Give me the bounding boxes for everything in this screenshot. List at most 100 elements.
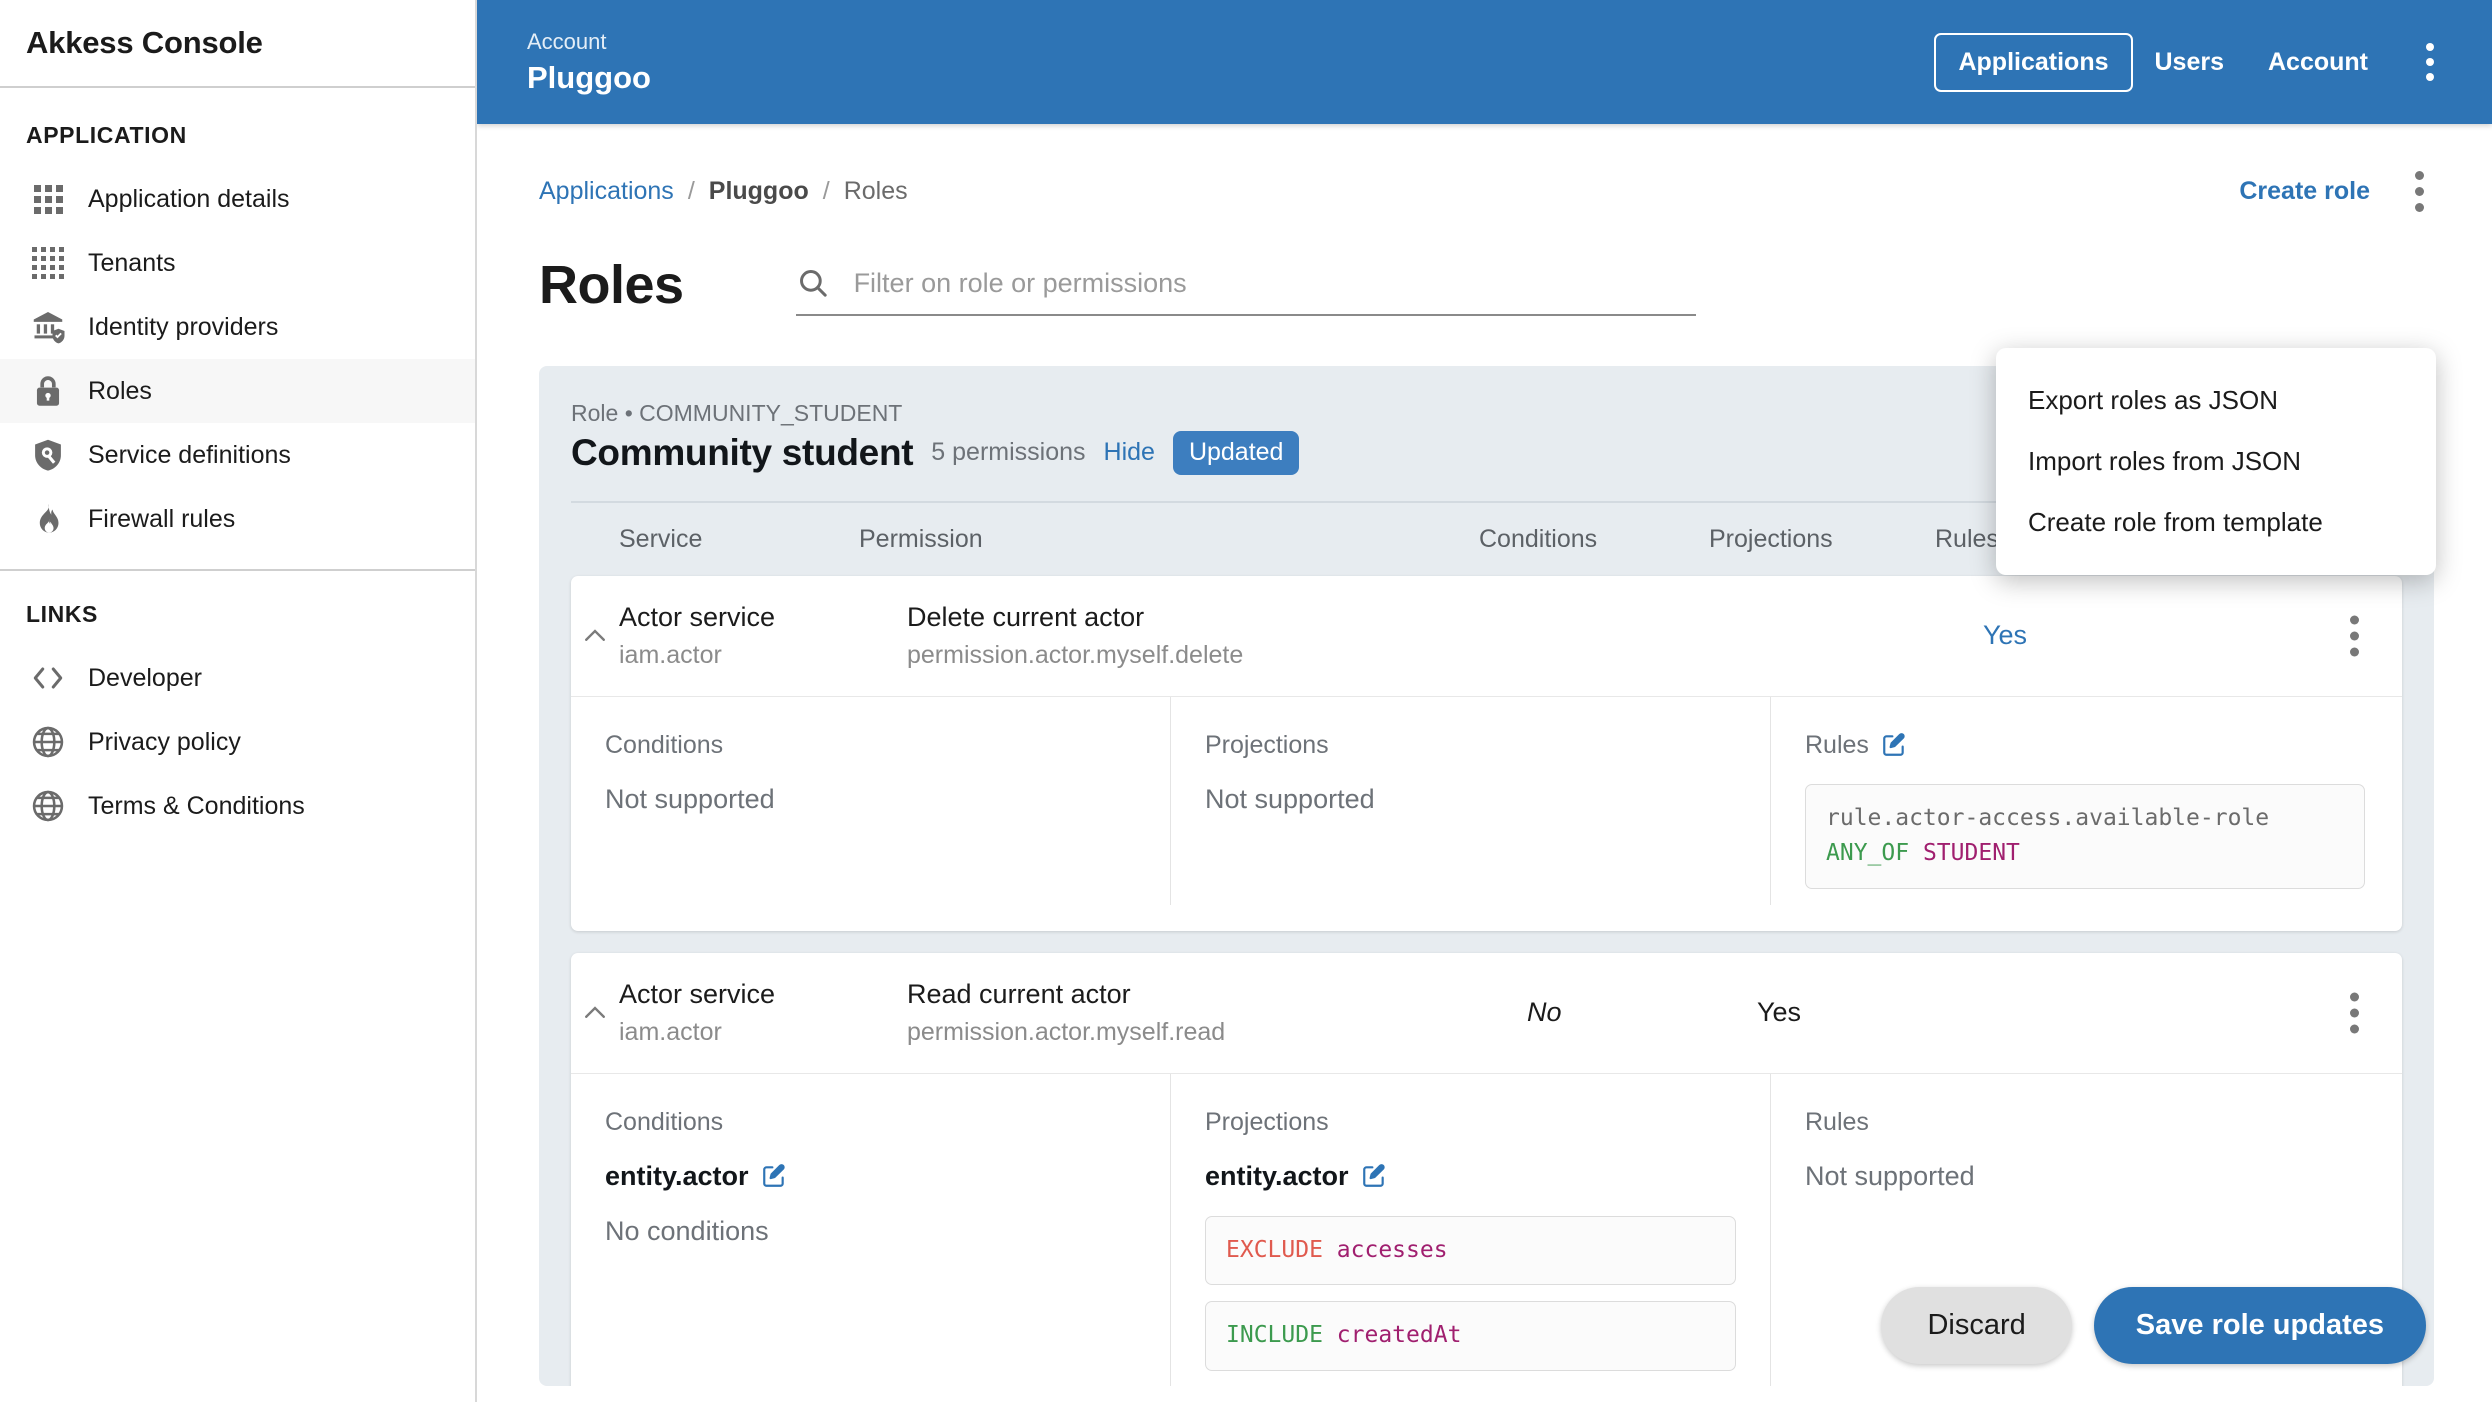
section-title-links: LINKS [26, 601, 98, 627]
detail-rules-label: Rules [1805, 730, 1869, 759]
role-permission-count: 5 permissions [931, 438, 1086, 467]
code-brackets-icon [26, 656, 70, 700]
cell-service: Actor service iam.actor [619, 602, 907, 670]
detail-projections-label: Projections [1205, 1107, 1329, 1136]
permission-name: Read current actor [907, 978, 1131, 1009]
detail-projections: Projections Not supported [1171, 696, 1771, 905]
bank-shield-icon [26, 305, 70, 349]
search-input[interactable] [853, 267, 1696, 299]
role-hide-toggle[interactable]: Hide [1104, 438, 1155, 467]
sidebar-item-identity-providers[interactable]: Identity providers [0, 295, 475, 359]
top-header: Account Pluggoo Applications Users Accou… [477, 0, 2492, 124]
sidebar: Akkess Console APPLICATION Application d… [0, 0, 477, 1402]
tab-account[interactable]: Account [2246, 36, 2390, 89]
column-header-service: Service [619, 524, 703, 553]
sidebar-section-links: LINKS Developer Privacy policy Terms & C… [0, 569, 475, 838]
chevron-up-icon[interactable] [571, 998, 619, 1028]
tab-applications[interactable]: Applications [1934, 32, 2133, 92]
sidebar-item-label: Tenants [88, 248, 176, 277]
sidebar-item-terms-conditions[interactable]: Terms & Conditions [0, 774, 475, 838]
status-badge: Updated [1172, 431, 1300, 475]
detail-rules-label-wrap: Rules [1805, 731, 2368, 760]
cell-service: Actor service iam.actor [619, 979, 907, 1047]
menu-item-import-roles-json[interactable]: Import roles from JSON [1996, 431, 2436, 492]
detail-projections-entity-row: entity.actor [1205, 1161, 1736, 1192]
edit-conditions-icon[interactable] [761, 1163, 787, 1189]
permission-id: permission.actor.myself.read [907, 1017, 1226, 1046]
sidebar-item-label: Developer [88, 663, 202, 692]
breadcrumb-applications[interactable]: Applications [539, 177, 674, 206]
header-more-vertical-icon[interactable] [2408, 37, 2452, 87]
permission-detail: Conditions Not supported Projections Not… [571, 696, 2402, 931]
detail-rules: Rules rule.actor-access.available-role A… [1771, 697, 2402, 905]
chevron-up-icon[interactable] [571, 621, 619, 651]
cell-permission: Read current actor permission.actor.myse… [907, 979, 1527, 1047]
sidebar-item-roles[interactable]: Roles [0, 359, 475, 423]
detail-conditions: Conditions entity.actor No conditions [571, 1073, 1171, 1386]
sidebar-item-service-definitions[interactable]: Service definitions [0, 423, 475, 487]
projection-operator: INCLUDE [1226, 1322, 1323, 1349]
globe-icon [26, 720, 70, 764]
shield-search-icon [26, 433, 70, 477]
permission-summary[interactable]: Actor service iam.actor Delete current a… [571, 576, 2402, 697]
detail-projections-label: Projections [1205, 730, 1329, 759]
sidebar-item-tenants[interactable]: Tenants [0, 231, 475, 295]
detail-rules-text: Not supported [1805, 1160, 1975, 1191]
detail-conditions-text: Not supported [605, 783, 775, 814]
app-root: Akkess Console APPLICATION Application d… [0, 0, 2492, 1402]
sidebar-item-label: Application details [88, 184, 290, 213]
tab-users[interactable]: Users [2133, 36, 2247, 89]
sidebar-item-application-details[interactable]: Application details [0, 167, 475, 231]
table-row: Actor service iam.actor Delete current a… [571, 575, 2402, 931]
permission-name: Delete current actor [907, 601, 1145, 632]
projection-chip: INCLUDE createdAt [1205, 1301, 1736, 1372]
column-header-conditions: Conditions [1479, 524, 1598, 553]
search-bar [795, 266, 1696, 316]
permission-summary[interactable]: Actor service iam.actor Read current act… [571, 953, 2402, 1074]
roles-more-vertical-icon[interactable] [2396, 166, 2442, 216]
action-bar: Discard Save role updates [1881, 1287, 2426, 1364]
grid-3x3-icon [26, 177, 70, 221]
account-name: Pluggoo [527, 60, 651, 96]
edit-rules-icon[interactable] [1881, 732, 1907, 758]
page-title: Roles [539, 255, 684, 315]
column-header-permission: Permission [859, 524, 983, 553]
menu-item-create-role-from-template[interactable]: Create role from template [1996, 492, 2436, 553]
brand-title: Akkess Console [26, 25, 263, 60]
save-role-updates-button[interactable]: Save role updates [2093, 1287, 2426, 1364]
sidebar-item-developer[interactable]: Developer [0, 646, 475, 710]
projection-chip: EXCLUDE accesses [1205, 1215, 1736, 1286]
edit-projections-icon[interactable] [1361, 1163, 1387, 1189]
breadcrumb-app[interactable]: Pluggoo [709, 177, 809, 206]
detail-projections: Projections entity.actor EXCLUDE accesse… [1171, 1073, 1771, 1386]
breadcrumb: Applications / Pluggoo / Roles [539, 177, 2239, 206]
service-id: iam.actor [619, 1017, 722, 1046]
rules-value-link[interactable]: Yes [1983, 620, 2027, 650]
row-more-vertical-icon[interactable] [2332, 615, 2376, 656]
create-role-button[interactable]: Create role [2239, 177, 2370, 206]
detail-conditions-label: Conditions [605, 1107, 724, 1136]
discard-button[interactable]: Discard [1881, 1287, 2072, 1364]
brand: Akkess Console [0, 0, 475, 88]
sidebar-item-label: Service definitions [88, 440, 291, 469]
sidebar-item-label: Firewall rules [88, 504, 236, 533]
detail-conditions: Conditions Not supported [571, 696, 1171, 905]
sidebar-item-firewall-rules[interactable]: Firewall rules [0, 487, 475, 551]
column-header-projections: Projections [1709, 524, 1833, 553]
role-name: Community student [571, 431, 914, 473]
conditions-value: No [1527, 997, 1562, 1028]
breadcrumb-row: Applications / Pluggoo / Roles Create ro… [477, 124, 2492, 216]
service-id: iam.actor [619, 640, 722, 669]
rule-operator: ANY_OF [1826, 840, 1910, 867]
sidebar-item-label: Roles [88, 376, 152, 405]
row-more-vertical-icon[interactable] [2332, 992, 2376, 1034]
projection-value: createdAt [1336, 1322, 1462, 1349]
detail-conditions-label: Conditions [605, 730, 724, 759]
top-nav: Applications Users Account [1934, 32, 2452, 92]
sidebar-section-application: APPLICATION Application details Tenants [0, 88, 475, 551]
cell-projections-value: Yes [1757, 997, 1983, 1028]
menu-item-export-roles-json[interactable]: Export roles as JSON [1996, 370, 2436, 431]
globe-icon [26, 784, 70, 828]
rule-prefix: rule.actor-access.available-role [1826, 804, 2270, 831]
sidebar-item-privacy-policy[interactable]: Privacy policy [0, 710, 475, 774]
